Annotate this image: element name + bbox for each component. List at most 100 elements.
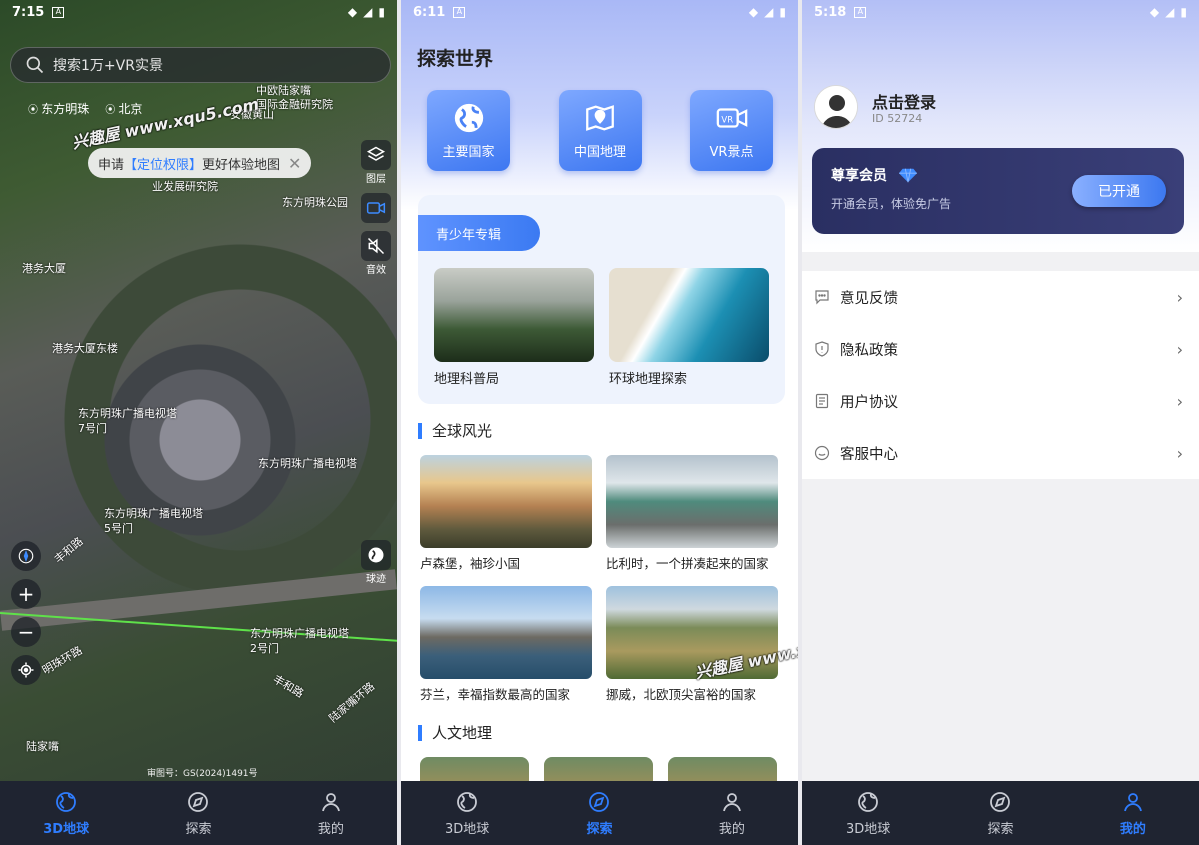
bottom-nav: 3D地球 探索 我的 [802, 781, 1199, 845]
screen-profile: 5:18 A ◆ ◢ ▮ 点击登录 ID 52724 尊享会员 开通会员，体验免… [802, 0, 1199, 845]
wifi-icon: ◆ [748, 5, 759, 19]
tile-major-countries[interactable]: 主要国家 [427, 90, 510, 171]
layers-icon [366, 146, 386, 161]
youth-album-list: 地理科普局 环球地理探索 [434, 268, 769, 387]
battery-icon: ▮ [779, 5, 786, 19]
globe-icon [368, 547, 384, 563]
layers-button[interactable]: 图层 [360, 140, 392, 185]
vip-card: 尊享会员 开通会员，体验免广告 已开通 [812, 148, 1184, 234]
nav-3d-earth[interactable]: 3D地球 [401, 781, 533, 845]
nav-mine[interactable]: 我的 [1067, 781, 1199, 845]
plus-icon: + [17, 582, 35, 606]
youth-album-tag[interactable]: 青少年专辑 [418, 215, 540, 251]
nav-explore[interactable]: 探索 [533, 781, 665, 845]
nav-label: 3D地球 [846, 821, 891, 837]
globe-trail-button[interactable]: 球迹 [360, 540, 392, 585]
signal-icon: ◢ [764, 5, 774, 19]
vr-button[interactable] [360, 193, 392, 223]
map-label: 东方明珠广播电视塔 [104, 507, 203, 520]
chevron-right-icon: › [1176, 391, 1183, 411]
bottom-nav: 3D地球 探索 我的 [0, 781, 397, 845]
status-bar: 5:18 A ◆ ◢ ▮ [802, 0, 1199, 24]
map-label: 港务大厦 [22, 262, 66, 275]
map-copyright: 审图号：GS(2024)1491号 [147, 769, 258, 779]
avatar[interactable] [814, 85, 858, 129]
poi-item[interactable]: 北京 [105, 100, 142, 117]
status-time: 6:11 [413, 4, 446, 20]
map-label: 5号门 [104, 522, 133, 535]
album-caption: 地理科普局 [434, 372, 500, 387]
poi-item[interactable]: 东方明珠 [28, 100, 89, 117]
nav-label: 3D地球 [43, 821, 90, 837]
vip-activated-button[interactable]: 已开通 [1072, 175, 1166, 207]
compass-button[interactable] [11, 541, 41, 571]
tile-china-geo[interactable]: 中国地理 [558, 90, 642, 171]
menu-item-feedback[interactable]: 意见反馈 › [802, 271, 1199, 323]
battery-icon: ▮ [378, 5, 385, 19]
section-title-world: 全球风光 [418, 423, 492, 439]
screen-3d-earth: 7:15 A ◆ ◢ ▮ 搜索1万+VR实景 东方明珠 北京 中欧陆家嘴 国际金… [0, 0, 397, 845]
status-time: 5:18 [814, 4, 847, 20]
zoom-out-button[interactable]: − [11, 617, 41, 647]
sound-button[interactable]: 音效 [360, 231, 392, 276]
scenery-card[interactable]: 比利时，一个拼凑起来的国家 [606, 455, 778, 572]
album-card[interactable]: 地理科普局 [434, 268, 594, 387]
status-icons: ◆ ◢ ▮ [348, 5, 385, 19]
document-icon [815, 393, 829, 409]
status-time: 7:15 [12, 4, 45, 20]
headset-icon [814, 445, 830, 461]
locate-icon [18, 662, 34, 678]
china-map-icon [586, 105, 614, 131]
shield-icon [815, 341, 829, 357]
map-controls: + − [11, 541, 41, 685]
bottom-nav: 3D地球 探索 我的 [401, 781, 798, 845]
notification-icon: A [453, 6, 466, 18]
scenery-caption: 芬兰，幸福指数最高的国家 [420, 687, 571, 702]
globe-label: 球迹 [366, 574, 386, 585]
scenery-card[interactable]: 挪威，北欧顶尖富裕的国家 [606, 586, 778, 703]
album-card[interactable]: 环球地理探索 [609, 268, 769, 387]
nav-mine[interactable]: 我的 [666, 781, 798, 845]
vip-subtitle: 开通会员，体验免广告 [831, 197, 952, 211]
vr-camera-icon [366, 202, 386, 214]
map-label: 东方明珠公园 [282, 196, 348, 209]
nav-mine[interactable]: 我的 [265, 781, 397, 845]
scenery-card[interactable]: 卢森堡，袖珍小国 [420, 455, 592, 572]
svg-text:VR: VR [721, 115, 733, 125]
sound-label: 音效 [366, 265, 386, 276]
menu-item-user-agreement[interactable]: 用户协议 › [802, 375, 1199, 427]
settings-menu: 意见反馈 › 隐私政策 › 用户协议 › 客服中心 › [802, 271, 1199, 479]
sound-off-icon [367, 237, 385, 255]
status-bar: 6:11 A ◆ ◢ ▮ [401, 0, 798, 24]
toast-suffix: 更好体验地图 [202, 157, 281, 173]
nav-explore[interactable]: 探索 [132, 781, 264, 845]
close-icon[interactable]: ✕ [288, 154, 301, 173]
scenery-card[interactable]: 芬兰，幸福指数最高的国家 [420, 586, 592, 703]
scenery-caption: 比利时，一个拼凑起来的国家 [606, 556, 769, 571]
location-permission-toast[interactable]: 申请 【定位权限】 更好体验地图 ✕ [88, 148, 312, 178]
nav-3d-earth[interactable]: 3D地球 [802, 781, 934, 845]
tile-vr-spots[interactable]: VR VR景点 [690, 90, 773, 171]
login-link[interactable]: 点击登录 [872, 89, 936, 113]
menu-item-customer-service[interactable]: 客服中心 › [802, 427, 1199, 479]
zoom-in-button[interactable]: + [11, 579, 41, 609]
status-icons: ◆ ◢ ▮ [749, 5, 786, 19]
globe-icon [454, 103, 483, 133]
locate-button[interactable] [11, 655, 41, 685]
menu-item-privacy[interactable]: 隐私政策 › [802, 323, 1199, 375]
album-thumbnail [434, 268, 594, 362]
person-icon [722, 792, 741, 811]
map-label: 东方明珠广播电视塔 [78, 407, 177, 420]
vip-title-row: 尊享会员 [831, 165, 917, 185]
nav-3d-earth[interactable]: 3D地球 [0, 781, 132, 845]
wifi-icon: ◆ [347, 5, 358, 19]
search-bar[interactable]: 搜索1万+VR实景 [10, 47, 391, 83]
search-icon [26, 56, 44, 74]
scenery-caption: 卢森堡，袖珍小国 [420, 556, 521, 571]
notification-icon: A [854, 6, 867, 18]
user-avatar-icon [815, 86, 857, 128]
signal-icon: ◢ [1165, 5, 1175, 19]
screenshot-collage: 7:15 A ◆ ◢ ▮ 搜索1万+VR实景 东方明珠 北京 中欧陆家嘴 国际金… [0, 0, 1199, 845]
nav-explore[interactable]: 探索 [934, 781, 1066, 845]
map-label: 业发展研究院 [152, 180, 218, 193]
